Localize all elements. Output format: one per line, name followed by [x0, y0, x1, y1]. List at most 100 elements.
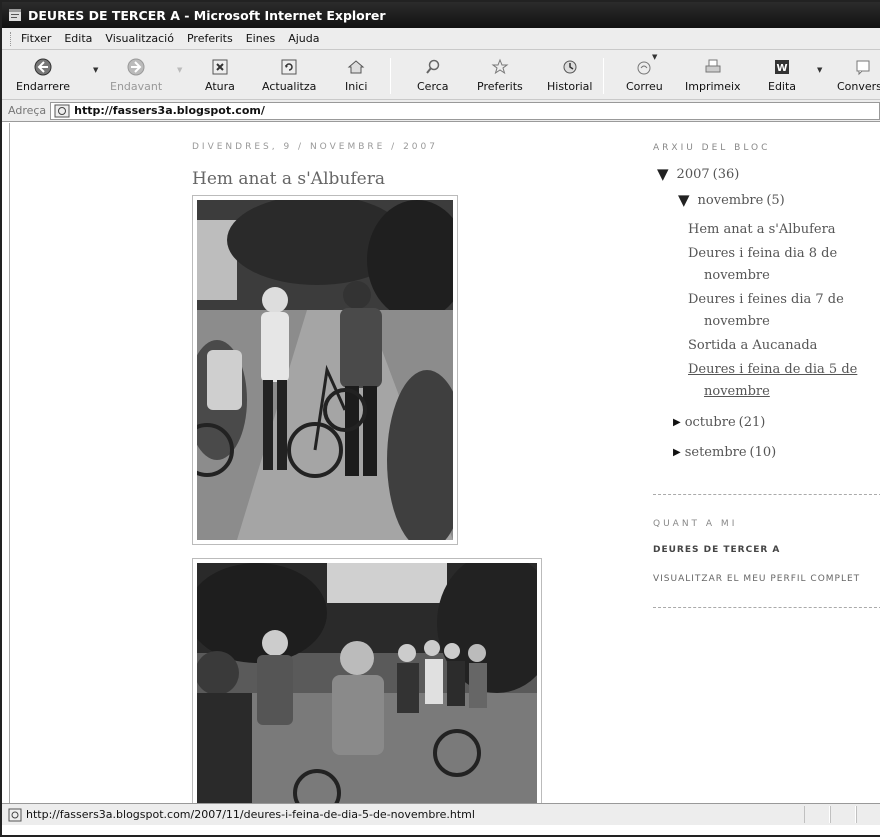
- menu-fitxer[interactable]: Fitxer: [21, 32, 51, 45]
- address-label: Adreça: [8, 104, 47, 117]
- ie-page-icon: [54, 104, 70, 117]
- address-input[interactable]: http://fassers3a.blogspot.com/: [50, 101, 880, 120]
- word-icon: W: [775, 60, 790, 74]
- stop-label: Atura: [205, 80, 235, 93]
- back-label: Endarrere: [16, 80, 71, 93]
- post-photo-2[interactable]: [192, 558, 542, 803]
- triangle-down-icon[interactable]: ▼: [657, 165, 669, 183]
- status-panes: [804, 806, 880, 823]
- archive-post-link[interactable]: Deures i feines dia 7 de: [688, 289, 844, 311]
- archive-post-link-cont[interactable]: novembre: [704, 311, 770, 333]
- toolbar: Endarrere ▼ Endavant ▼ Atura Actualitza …: [2, 50, 880, 100]
- frame-edge: [9, 123, 10, 803]
- archive-month-label[interactable]: novembre: [698, 193, 764, 208]
- menu-preferits[interactable]: Preferits: [187, 32, 233, 45]
- archive-month-novembre[interactable]: ▼ novembre (5): [678, 191, 785, 209]
- mail-button[interactable]: Correu: [626, 56, 663, 93]
- address-bar: Adreça http://fassers3a.blogspot.com/: [2, 100, 880, 122]
- discuss-icon: [856, 60, 870, 76]
- history-icon: [563, 60, 577, 74]
- menu-ajuda[interactable]: Ajuda: [288, 32, 319, 45]
- menu-edita[interactable]: Edita: [64, 32, 92, 45]
- sidebar-divider: [653, 494, 880, 495]
- printer-icon: [705, 59, 721, 73]
- history-button[interactable]: Historial: [547, 56, 592, 93]
- archive-post-link-cont[interactable]: novembre: [704, 265, 770, 287]
- svg-text:W: W: [777, 63, 788, 74]
- edit-dropdown-icon[interactable]: ▼: [817, 66, 822, 74]
- menu-visualitzacio[interactable]: Visualització: [105, 32, 174, 45]
- back-dropdown-icon[interactable]: ▼: [93, 66, 98, 74]
- archive-month-label[interactable]: setembre: [685, 445, 747, 460]
- forward-button[interactable]: Endavant: [110, 56, 162, 93]
- about-heading: QUANT A MI: [653, 519, 738, 529]
- view-profile-link[interactable]: VISUALITZAR EL MEU PERFIL COMPLET: [653, 574, 860, 584]
- toolbar-separator: [390, 58, 391, 94]
- menu-bar: Fitxer Edita Visualització Preferits Ein…: [2, 28, 880, 50]
- menu-eines[interactable]: Eines: [246, 32, 275, 45]
- discuss-button[interactable]: Conversa: [837, 56, 880, 93]
- edit-button[interactable]: W Edita: [768, 56, 796, 93]
- mail-dropdown-icon[interactable]: ▼: [652, 53, 657, 61]
- triangle-right-icon[interactable]: ▶: [673, 417, 681, 428]
- toolbar-separator: [603, 58, 604, 94]
- status-pane: [804, 806, 830, 823]
- archive-post-link-cont[interactable]: novembre: [704, 381, 770, 403]
- archive-year-count: (36): [712, 166, 740, 182]
- window-bottom-edge: [2, 825, 880, 835]
- address-url: http://fassers3a.blogspot.com/: [74, 104, 265, 117]
- favorites-label: Preferits: [477, 80, 523, 93]
- refresh-button[interactable]: Actualitza: [262, 56, 316, 93]
- refresh-icon: [281, 59, 297, 75]
- page-content: DIVENDRES, 9 / NOVEMBRE / 2007 Hem anat …: [2, 123, 880, 803]
- archive-post-link[interactable]: Sortida a Aucanada: [688, 335, 817, 357]
- status-bar: http://fassers3a.blogspot.com/2007/11/de…: [2, 803, 880, 825]
- archive-post-link-hovered[interactable]: Deures i feina de dia 5 de: [688, 359, 857, 381]
- print-label: Imprimeix: [685, 80, 741, 93]
- search-icon: [425, 59, 440, 74]
- forward-dropdown-icon[interactable]: ▼: [177, 66, 182, 74]
- status-text: http://fassers3a.blogspot.com/2007/11/de…: [26, 808, 475, 821]
- menu-grip: [10, 31, 13, 46]
- archive-month-count: (21): [738, 415, 766, 430]
- print-button[interactable]: Imprimeix: [685, 56, 741, 93]
- star-icon: [491, 58, 509, 75]
- back-button[interactable]: Endarrere: [16, 56, 70, 93]
- sidebar-divider: [653, 607, 880, 608]
- mail-icon: [637, 61, 651, 75]
- about-name: DEURES DE TERCER A: [653, 545, 781, 555]
- archive-post-link[interactable]: Hem anat a s'Albufera: [688, 219, 836, 241]
- photo-children-with-bikes: [197, 200, 453, 540]
- home-button[interactable]: Inici: [345, 56, 367, 93]
- stop-button[interactable]: Atura: [205, 56, 235, 93]
- favorites-button[interactable]: Preferits: [477, 56, 523, 93]
- status-pane: [830, 806, 856, 823]
- photo-group-cycling: [197, 563, 537, 803]
- back-arrow-icon: [34, 58, 52, 76]
- triangle-down-icon[interactable]: ▼: [678, 191, 690, 209]
- home-icon: [347, 60, 365, 74]
- archive-month-count: (5): [766, 192, 785, 208]
- post-title[interactable]: Hem anat a s'Albufera: [192, 169, 385, 189]
- search-label: Cerca: [417, 80, 449, 93]
- archive-year-label[interactable]: 2007: [677, 167, 710, 182]
- title-bar: DEURES DE TERCER A - Microsoft Internet …: [2, 2, 880, 28]
- triangle-right-icon[interactable]: ▶: [673, 447, 681, 458]
- post-photo-1[interactable]: [192, 195, 458, 545]
- forward-arrow-icon: [127, 58, 145, 76]
- history-label: Historial: [547, 80, 593, 93]
- discuss-label: Conversa: [837, 80, 880, 93]
- post-date: DIVENDRES, 9 / NOVEMBRE / 2007: [192, 142, 438, 152]
- archive-post-link[interactable]: Deures i feina dia 8 de: [688, 243, 837, 265]
- ie-page-icon: [8, 808, 22, 821]
- archive-year-2007[interactable]: ▼ 2007 (36): [657, 165, 739, 183]
- home-label: Inici: [345, 80, 368, 93]
- archive-month-octubre[interactable]: ▶ octubre (21): [673, 415, 765, 430]
- browser-window: DEURES DE TERCER A - Microsoft Internet …: [0, 0, 880, 837]
- refresh-label: Actualitza: [262, 80, 317, 93]
- edit-label: Edita: [768, 80, 797, 93]
- archive-month-label[interactable]: octubre: [685, 415, 736, 430]
- archive-month-setembre[interactable]: ▶ setembre (10): [673, 445, 776, 460]
- search-button[interactable]: Cerca: [417, 56, 449, 93]
- window-title: DEURES DE TERCER A - Microsoft Internet …: [28, 7, 386, 23]
